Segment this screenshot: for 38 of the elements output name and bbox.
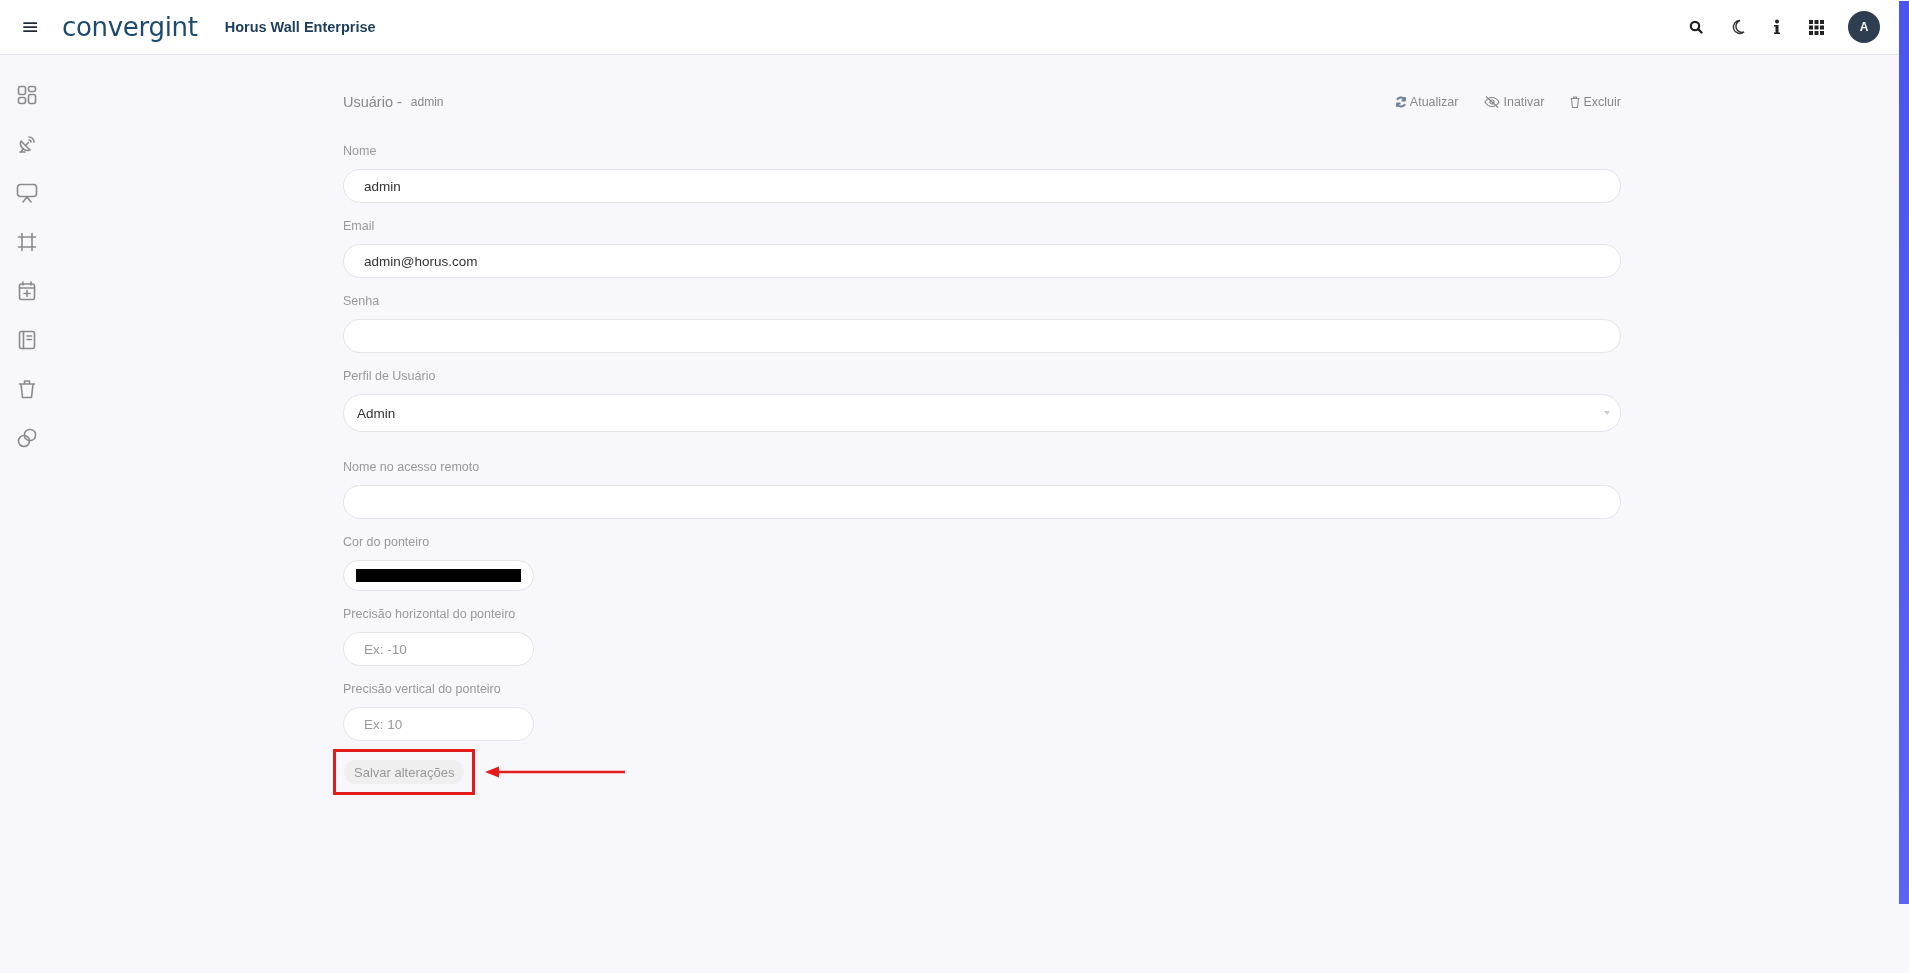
user-name: admin bbox=[410, 95, 444, 109]
text-field[interactable]: admin@horus.com bbox=[343, 244, 1621, 278]
layout-nav-button[interactable] bbox=[17, 83, 37, 107]
field-label: Perfil de Usuário bbox=[343, 369, 437, 385]
app-title: Horus Wall Enterprise bbox=[224, 19, 376, 35]
search-icon bbox=[1689, 20, 1703, 34]
text-field[interactable] bbox=[343, 485, 1621, 519]
field-label: Nome no acesso remoto bbox=[343, 460, 481, 476]
text-field[interactable]: admin bbox=[343, 169, 1621, 203]
number-field[interactable]: Ex: 10 bbox=[343, 707, 534, 741]
field-label: Nome bbox=[343, 144, 378, 160]
refresh-button[interactable]: Atualizar bbox=[1394, 95, 1459, 109]
avatar[interactable]: A bbox=[1848, 11, 1880, 43]
eye-slash-icon bbox=[1484, 96, 1501, 108]
info-icon bbox=[1773, 19, 1781, 35]
calendar-add-nav-button[interactable] bbox=[18, 279, 36, 303]
grid-icon bbox=[1809, 19, 1824, 35]
moon-icon bbox=[1731, 19, 1745, 35]
menu-button[interactable]: ≡ bbox=[21, 16, 35, 38]
monitor-nav-button[interactable] bbox=[16, 181, 38, 205]
field-label: Cor do ponteiro bbox=[343, 535, 431, 551]
frame-nav-button[interactable] bbox=[17, 230, 37, 254]
refresh-icon bbox=[1394, 96, 1407, 108]
field-label: Senha bbox=[343, 294, 381, 310]
page-title: Usuário - bbox=[343, 94, 402, 110]
field-label: Precisão horizontal do ponteiro bbox=[343, 607, 517, 623]
text-field[interactable] bbox=[343, 319, 1621, 353]
color-field[interactable] bbox=[343, 560, 534, 591]
scrollbar[interactable] bbox=[1899, 1, 1909, 904]
field-label: Email bbox=[343, 219, 376, 235]
trash-nav-button[interactable] bbox=[18, 377, 36, 401]
overlapping-shapes-nav-button[interactable] bbox=[17, 426, 37, 450]
notebook-nav-button[interactable] bbox=[18, 328, 36, 352]
number-field[interactable]: Ex: -10 bbox=[343, 632, 534, 666]
field-label: Precisão vertical do ponteiro bbox=[343, 682, 502, 698]
select-field[interactable]: Admin bbox=[343, 394, 1621, 432]
logo: convergint bbox=[62, 12, 198, 42]
trash-icon bbox=[1570, 96, 1581, 108]
